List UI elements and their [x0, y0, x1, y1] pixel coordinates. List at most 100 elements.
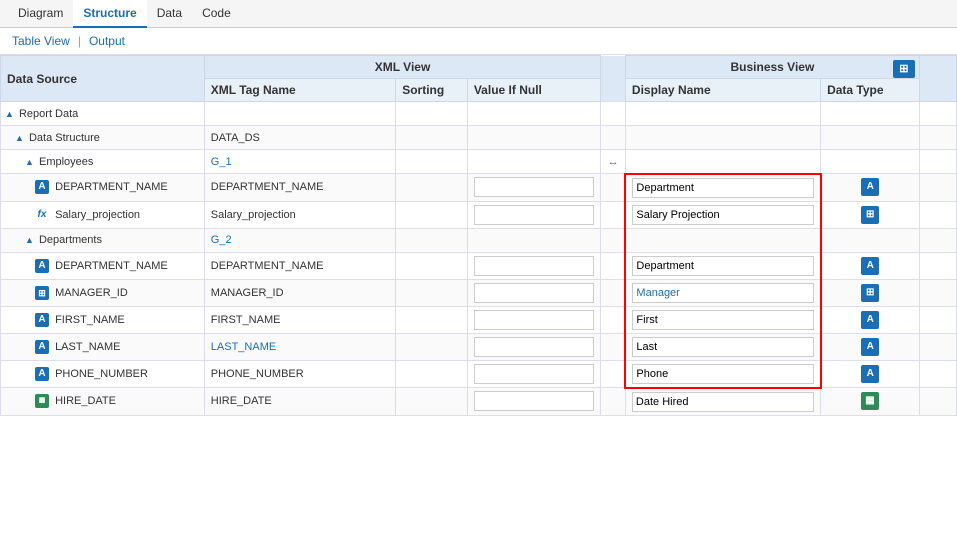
valuenull-cell: [467, 388, 600, 416]
row-label: LAST_NAME: [55, 340, 120, 352]
valuenull-cell: [467, 201, 600, 228]
datatype-cell: [821, 150, 920, 174]
valuenull-cell: [467, 252, 600, 279]
table-row: A DEPARTMENT_NAME DEPARTMENT_NAME A: [1, 174, 957, 202]
datatype-icon-a: A: [861, 365, 879, 383]
valuenull-input[interactable]: [474, 205, 594, 225]
display-cell[interactable]: [625, 333, 820, 360]
display-name-input[interactable]: [632, 178, 813, 198]
datasource-cell: A PHONE_NUMBER: [1, 360, 205, 388]
display-name-input[interactable]: [632, 205, 813, 225]
field-icon-fx: fx: [35, 208, 49, 222]
datatype-icon-a: A: [861, 338, 879, 356]
datatype-icon-a: A: [861, 257, 879, 275]
display-cell[interactable]: [625, 388, 820, 416]
tab-structure[interactable]: Structure: [73, 0, 146, 28]
table-row: fx Salary_projection Salary_projection ⊞: [1, 201, 957, 228]
valuenull-input[interactable]: [474, 256, 594, 276]
display-cell: [625, 150, 820, 174]
bv-label: Business View: [730, 60, 814, 74]
valuenull-cell: [467, 333, 600, 360]
display-cell: [625, 102, 820, 126]
display-cell[interactable]: [625, 252, 820, 279]
collapse-icon[interactable]: ▲: [15, 133, 24, 143]
valuenull-cell: [467, 306, 600, 333]
top-tabs: Diagram Structure Data Code: [0, 0, 957, 28]
structure-table: Data Source XML View Business View ⊞ XML…: [0, 55, 957, 416]
collapse-icon[interactable]: ▲: [5, 109, 14, 119]
tab-code[interactable]: Code: [192, 0, 241, 28]
valuenull-cell: [467, 102, 600, 126]
display-cell: [625, 126, 820, 150]
xml-tag-cell: [204, 102, 395, 126]
extra-cell: [919, 126, 956, 150]
datatype-cell: ⊞: [821, 279, 920, 306]
sub-tab-output[interactable]: Output: [85, 32, 129, 50]
valuenull-input[interactable]: [474, 177, 594, 197]
display-name-input[interactable]: [632, 337, 813, 357]
display-cell[interactable]: [625, 306, 820, 333]
valuenull-input[interactable]: [474, 337, 594, 357]
sorting-cell: [396, 201, 468, 228]
datatype-cell: A: [821, 306, 920, 333]
bv-icon-button[interactable]: ⊞: [893, 60, 915, 78]
extra-cell: [919, 360, 956, 388]
valuenull-input[interactable]: [474, 283, 594, 303]
col-header-displayname: Display Name: [625, 79, 820, 102]
collapse-icon[interactable]: ▲: [25, 157, 34, 167]
sub-tab-sep: |: [74, 34, 85, 48]
datasource-cell: ▲ Data Structure: [1, 126, 205, 150]
valuenull-input[interactable]: [474, 391, 594, 411]
datasource-cell: A DEPARTMENT_NAME: [1, 252, 205, 279]
xml-tag-cell: PHONE_NUMBER: [204, 360, 395, 388]
datasource-cell: A FIRST_NAME: [1, 306, 205, 333]
field-icon-a: A: [35, 180, 49, 194]
sub-tab-tableview[interactable]: Table View: [8, 32, 74, 50]
main-table-container: Data Source XML View Business View ⊞ XML…: [0, 55, 957, 416]
valuenull-input[interactable]: [474, 310, 594, 330]
sorting-cell: [396, 228, 468, 252]
valuenull-cell: [467, 360, 600, 388]
row-label: Salary_projection: [55, 208, 140, 220]
sorting-cell: [396, 150, 468, 174]
resize-cell: [601, 306, 626, 333]
display-cell[interactable]: [625, 279, 820, 306]
col-header-datasource: Data Source: [1, 56, 205, 102]
display-name-input[interactable]: [632, 364, 813, 384]
display-cell[interactable]: [625, 360, 820, 388]
valuenull-cell: [467, 150, 600, 174]
display-cell[interactable]: [625, 174, 820, 202]
table-row: ▲ Departments G_2: [1, 228, 957, 252]
display-name-input[interactable]: [632, 256, 813, 276]
collapse-icon[interactable]: ▲: [25, 235, 34, 245]
field-icon-a: A: [35, 259, 49, 273]
xml-tag-cell: G_1: [204, 150, 395, 174]
group-header-row: Data Source XML View Business View ⊞: [1, 56, 957, 79]
tab-data[interactable]: Data: [147, 0, 192, 28]
field-icon-a: A: [35, 313, 49, 327]
extra-cell: [919, 228, 956, 252]
datasource-cell: fx Salary_projection: [1, 201, 205, 228]
tab-diagram[interactable]: Diagram: [8, 0, 73, 28]
resize-cell: [601, 102, 626, 126]
xml-tag-cell: MANAGER_ID: [204, 279, 395, 306]
valuenull-input[interactable]: [474, 364, 594, 384]
row-label: FIRST_NAME: [55, 313, 125, 325]
extra-cell: [919, 201, 956, 228]
extra-cell: [919, 279, 956, 306]
display-name-input[interactable]: [632, 392, 814, 412]
xml-tag-cell: DEPARTMENT_NAME: [204, 252, 395, 279]
sorting-cell: [396, 252, 468, 279]
extra-cell: [919, 102, 956, 126]
datatype-icon-a: A: [861, 178, 879, 196]
display-cell[interactable]: [625, 201, 820, 228]
table-row: A FIRST_NAME FIRST_NAME A: [1, 306, 957, 333]
sorting-cell: [396, 102, 468, 126]
datasource-cell: ▲ Departments: [1, 228, 205, 252]
display-name-input[interactable]: [632, 283, 813, 303]
datatype-cell: ⊞: [821, 201, 920, 228]
sorting-cell: [396, 279, 468, 306]
display-name-input[interactable]: [632, 310, 813, 330]
datasource-cell: ⊞ MANAGER_ID: [1, 279, 205, 306]
table-row: ⊞ MANAGER_ID MANAGER_ID ⊞: [1, 279, 957, 306]
